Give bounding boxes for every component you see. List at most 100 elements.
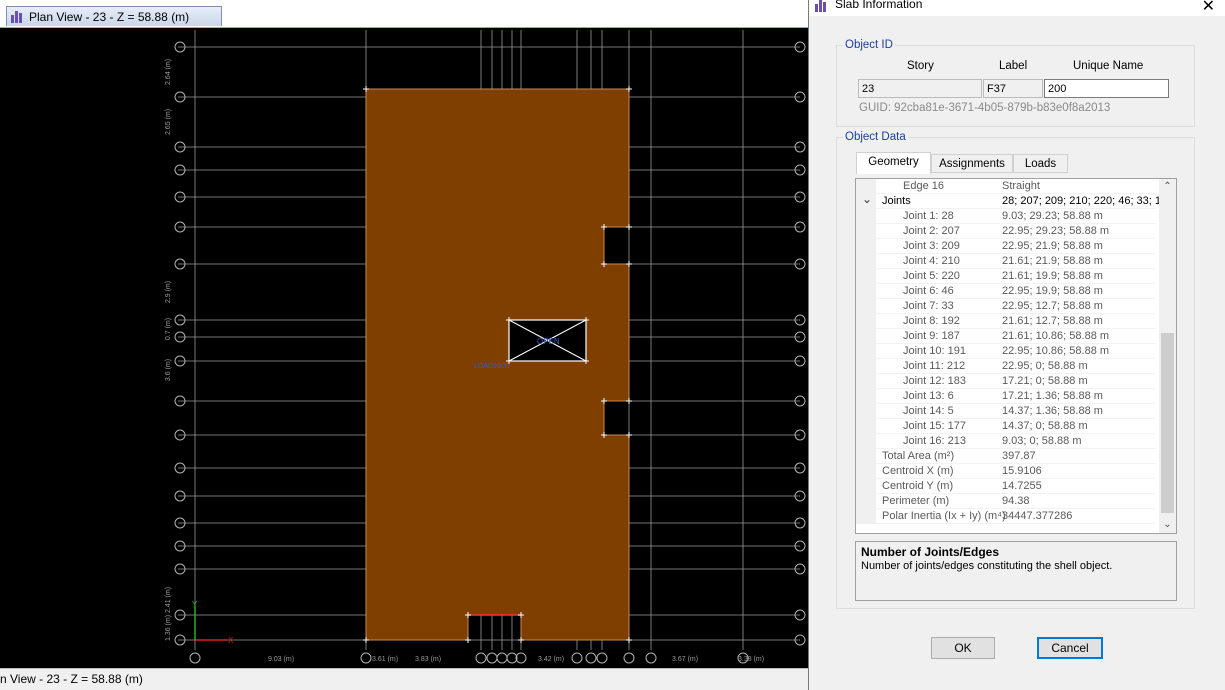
property-value: 14.37; 0; 58.88 m — [1002, 420, 1088, 432]
plan-view-tab-label: Plan View - 23 - Z = 58.88 (m) — [29, 9, 190, 24]
property-name: Centroid X (m) — [882, 465, 954, 477]
row-gutter — [856, 314, 876, 329]
property-value: 21.61; 21.9; 58.88 m — [1002, 255, 1103, 267]
plan-canvas[interactable]: OPEN LOAD160D 9.03 (m) 3.61 (m) 3.83 (m) 3.… — [0, 28, 810, 668]
status-text: n View - 23 - Z = 58.88 (m) — [0, 672, 143, 686]
row-gutter — [856, 209, 876, 224]
property-row[interactable]: Perimeter (m) 94.38 — [856, 494, 1156, 509]
app-icon — [815, 0, 826, 12]
property-value: 22.95; 19.9; 58.88 m — [1002, 285, 1103, 297]
property-row[interactable]: Joint 16: 213 9.03; 0; 58.88 m — [856, 434, 1156, 449]
property-row[interactable]: Joint 6: 46 22.95; 19.9; 58.88 m — [856, 284, 1156, 299]
y-dimension-label: 3.6 (m) — [165, 359, 172, 381]
row-gutter — [856, 404, 876, 419]
x-dimension-label: 3.38 (m) — [738, 656, 764, 663]
property-row[interactable]: Joint 9: 187 21.61; 10.86; 58.88 m — [856, 329, 1156, 344]
row-gutter — [856, 449, 876, 464]
row-gutter — [856, 329, 876, 344]
row-gutter: ⌄ — [856, 192, 876, 209]
property-row[interactable]: Joint 7: 33 22.95; 12.7; 58.88 m — [856, 299, 1156, 314]
tab-assignments[interactable]: Assignments — [931, 154, 1013, 173]
property-row[interactable]: Joint 12: 183 17.21; 0; 58.88 m — [856, 374, 1156, 389]
property-name: Joint 10: 191 — [903, 345, 966, 357]
plan-view-icon — [11, 10, 25, 23]
row-gutter — [856, 434, 876, 449]
property-name: Joint 13: 6 — [903, 390, 954, 402]
slab-information-dialog: Slab Information ✕ Object ID Story Label… — [808, 0, 1225, 690]
property-name: Total Area (m²) — [882, 450, 955, 462]
y-dimension-label: 2.41 (m) — [165, 587, 172, 613]
property-row[interactable]: Joint 11: 212 22.95; 0; 58.88 m — [856, 359, 1156, 374]
row-gutter — [856, 224, 876, 239]
property-row[interactable]: Joint 3: 209 22.95; 21.9; 58.88 m — [856, 239, 1156, 254]
story-header: Story — [907, 60, 934, 72]
property-name: Joint 1: 28 — [903, 210, 954, 222]
property-row[interactable]: Joint 14: 5 14.37; 1.36; 58.88 m — [856, 404, 1156, 419]
property-row[interactable]: Joint 10: 191 22.95; 10.86; 58.88 m — [856, 344, 1156, 359]
property-name: Joint 3: 209 — [903, 240, 960, 252]
row-gutter — [856, 359, 876, 374]
unique-name-field[interactable]: 200 — [1044, 79, 1169, 98]
y-dimension-label: 2.9 (m) — [165, 281, 172, 303]
description-title: Number of Joints/Edges — [861, 545, 1000, 559]
property-row[interactable]: Joint 2: 207 22.95; 29.23; 58.88 m — [856, 224, 1156, 239]
close-icon[interactable]: ✕ — [1202, 0, 1215, 16]
property-value: 22.95; 29.23; 58.88 m — [1002, 225, 1110, 237]
tab-loads[interactable]: Loads — [1013, 154, 1068, 173]
object-id-group-title: Object ID — [843, 39, 895, 51]
status-bar: n View - 23 - Z = 58.88 (m) — [0, 668, 810, 690]
property-value: 94.38 — [1002, 495, 1030, 507]
property-row[interactable]: Total Area (m²) 397.87 — [856, 449, 1156, 464]
y-dimension-label: 0.7 (m) — [165, 318, 172, 340]
dialog-titlebar[interactable]: Slab Information ✕ — [809, 0, 1225, 16]
property-grid-scrollbar[interactable]: ⌃ ⌄ — [1159, 179, 1176, 533]
property-row[interactable]: Joint 5: 220 21.61; 19.9; 58.88 m — [856, 269, 1156, 284]
scroll-thumb[interactable] — [1161, 333, 1174, 513]
property-row[interactable]: Joint 8: 192 21.61; 12.7; 58.88 m — [856, 314, 1156, 329]
property-row[interactable]: Joint 13: 6 17.21; 1.36; 58.88 m — [856, 389, 1156, 404]
property-name: Joint 15: 177 — [903, 420, 966, 432]
scroll-down-icon[interactable]: ⌄ — [1159, 517, 1176, 533]
property-row[interactable]: Joint 15: 177 14.37; 0; 58.88 m — [856, 419, 1156, 434]
expander-chevron-icon[interactable]: ⌄ — [862, 192, 872, 206]
cancel-button[interactable]: Cancel — [1037, 637, 1103, 659]
axis-x-label: X — [228, 636, 234, 645]
property-grid[interactable]: Edge 16 Straight ⌄ Joints 28; 207; 209; 210;… — [855, 178, 1177, 534]
row-gutter — [856, 374, 876, 389]
slab-opening[interactable]: OPEN — [508, 319, 587, 362]
property-row[interactable]: Joint 4: 210 21.61; 21.9; 58.88 m — [856, 254, 1156, 269]
x-dimension-label: 3.42 (m) — [538, 656, 564, 663]
plan-view-tab[interactable]: Plan View - 23 - Z = 58.88 (m) — [6, 6, 222, 26]
property-name: Joints — [882, 195, 911, 207]
property-row[interactable]: Centroid X (m) 15.9106 — [856, 464, 1156, 479]
property-row[interactable]: Centroid Y (m) 14.7255 — [856, 479, 1156, 494]
property-value: Straight — [1002, 180, 1040, 192]
property-value: 17.21; 0; 58.88 m — [1002, 375, 1088, 387]
row-gutter — [856, 494, 876, 509]
row-gutter — [856, 464, 876, 479]
row-gutter — [856, 419, 876, 434]
property-value: 28; 207; 209; 210; 220; 46; 33; 1 — [1002, 195, 1162, 207]
plan-drawing[interactable]: OPEN LOAD160D 9.03 (m) 3.61 (m) 3.83 (m) 3.… — [0, 28, 810, 668]
row-gutter — [856, 509, 876, 524]
unique-name-header: Unique Name — [1073, 60, 1144, 72]
tab-geometry[interactable]: Geometry — [856, 152, 931, 174]
y-dimension-label: 2.64 (m) — [165, 59, 172, 85]
scroll-up-icon[interactable]: ⌃ — [1159, 179, 1176, 195]
row-gutter — [856, 284, 876, 299]
property-value: 22.95; 10.86; 58.88 m — [1002, 345, 1110, 357]
property-value: 21.61; 12.7; 58.88 m — [1002, 315, 1103, 327]
ok-button[interactable]: OK — [931, 637, 995, 659]
property-name: Polar Inertia (Ix + Iy) (m⁴) — [882, 510, 1006, 522]
property-row[interactable]: Polar Inertia (Ix + Iy) (m⁴) 34447.377286 — [856, 509, 1156, 524]
property-value: 9.03; 29.23; 58.88 m — [1002, 210, 1103, 222]
property-name: Joint 8: 192 — [903, 315, 960, 327]
property-row[interactable]: Edge 16 Straight — [856, 179, 1156, 194]
row-gutter — [856, 344, 876, 359]
property-row[interactable]: ⌄ Joints 28; 207; 209; 210; 220; 46; 33; 1 — [856, 192, 1161, 209]
y-dimension-label: 1.36 (m) — [165, 615, 172, 641]
property-value: 9.03; 0; 58.88 m — [1002, 435, 1082, 447]
row-gutter — [856, 254, 876, 269]
opening-label: OPEN — [537, 337, 560, 346]
property-row[interactable]: Joint 1: 28 9.03; 29.23; 58.88 m — [856, 209, 1156, 224]
